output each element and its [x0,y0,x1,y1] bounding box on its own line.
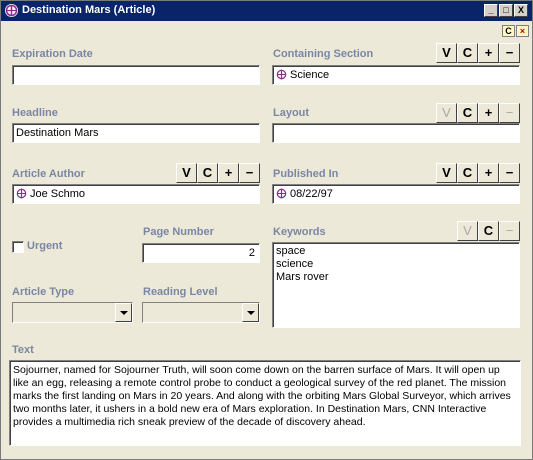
minimize-button[interactable]: _ [484,4,498,17]
article-type-select[interactable] [12,302,133,323]
remove-button[interactable]: − [499,43,520,63]
list-item[interactable]: science [276,258,516,271]
chevron-down-icon[interactable] [115,303,132,322]
copy-button[interactable]: C [457,43,478,63]
list-item[interactable]: space [276,245,516,258]
copy-button[interactable]: C [457,103,478,123]
reading-level-label: Reading Level [143,286,218,298]
corner-c-button[interactable]: C [502,25,515,37]
article-author-field[interactable]: Joe Schmo [12,184,260,204]
maximize-button[interactable]: □ [499,4,513,17]
add-button[interactable]: + [218,163,239,183]
containing-section-label: Containing Section [273,48,374,60]
copy-button[interactable]: C [457,163,478,183]
published-in-field[interactable]: 08/22/97 [272,184,520,204]
list-item[interactable]: Mars rover [276,271,516,284]
published-in-label: Published In [273,168,339,180]
add-button[interactable]: + [478,43,499,63]
keywords-label: Keywords [273,226,326,238]
ref-icon [276,188,287,199]
article-author-toolbar: V C + − [176,163,260,183]
containing-section-toolbar: V C + − [436,43,520,63]
text-line: two months later, it ushers in a bold ne… [13,403,487,415]
remove-button[interactable]: − [499,103,520,123]
text-line: like an egg, releasing a remote control … [13,377,507,389]
layout-field[interactable] [272,123,520,143]
article-author-label: Article Author [12,168,85,180]
remove-button[interactable]: − [499,221,520,241]
copy-button[interactable]: C [197,163,218,183]
text-line: Sojourner, named for Sojourner Truth, wi… [13,364,500,376]
view-button[interactable]: V [457,221,478,241]
layout-label: Layout [273,107,310,119]
layout-toolbar: V C + − [436,103,520,123]
page-number-field[interactable]: 2 [142,243,260,263]
text-line: provides a multimedia rich sneak preview… [13,416,366,428]
text-area[interactable]: Sojourner, named for Sojourner Truth, wi… [9,360,521,446]
article-type-label: Article Type [12,286,75,298]
containing-section-value: Science [290,69,330,81]
text-label: Text [12,344,34,356]
view-button[interactable]: V [436,43,457,63]
containing-section-field[interactable]: Science [272,65,520,85]
article-window: Destination Mars (Article) _ □ X C × Exp… [0,0,533,460]
close-button[interactable]: X [514,4,528,17]
window-title: Destination Mars (Article) [22,4,156,16]
remove-button[interactable]: − [239,163,260,183]
view-button[interactable]: V [436,163,457,183]
expiration-date-label: Expiration Date [12,48,93,60]
add-button[interactable]: + [478,103,499,123]
expiration-date-field[interactable] [12,65,260,85]
headline-label: Headline [12,107,58,119]
page-number-label: Page Number [143,226,214,238]
chevron-down-icon[interactable] [242,303,259,322]
ref-app-icon [5,4,18,17]
title-bar[interactable]: Destination Mars (Article) _ □ X [1,1,532,21]
copy-button[interactable]: C [478,221,499,241]
ref-icon [276,69,287,80]
headline-field[interactable]: Destination Mars [12,123,260,143]
corner-close-button[interactable]: × [516,25,529,37]
urgent-checkbox[interactable] [12,241,24,253]
remove-button[interactable]: − [499,163,520,183]
urgent-label[interactable]: Urgent [27,240,62,252]
text-line: marks the first landing on Mars in 20 ye… [13,390,511,402]
keywords-toolbar: V C − [457,221,520,241]
published-in-value: 08/22/97 [290,188,333,200]
add-button[interactable]: + [478,163,499,183]
ref-icon [16,188,27,199]
view-button[interactable]: V [176,163,197,183]
keywords-list[interactable]: space science Mars rover [272,242,520,328]
view-button[interactable]: V [436,103,457,123]
reading-level-select[interactable] [142,302,260,323]
article-author-value: Joe Schmo [30,188,86,200]
published-in-toolbar: V C + − [436,163,520,183]
